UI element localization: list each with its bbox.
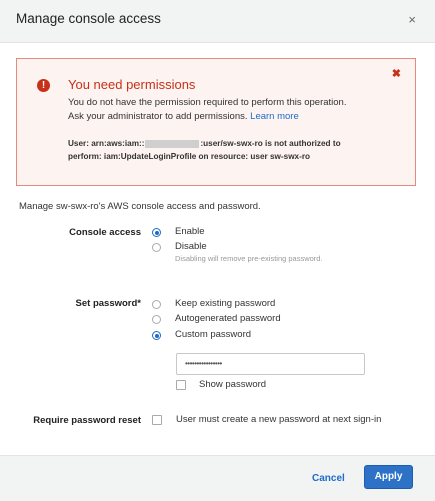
alert-dismiss-icon[interactable]: ✖ xyxy=(392,67,401,80)
radio-keep-existing[interactable] xyxy=(152,300,161,309)
cancel-button[interactable]: Cancel xyxy=(312,473,345,484)
enable-option-label: Enable xyxy=(175,226,205,237)
radio-autogenerated[interactable] xyxy=(152,315,161,324)
redacted-account-id xyxy=(145,139,200,148)
disable-hint: Disabling will remove pre-existing passw… xyxy=(175,254,323,263)
require-reset-checkbox-label: User must create a new password at next … xyxy=(176,414,382,425)
disable-option-label: Disable xyxy=(175,241,207,252)
set-password-label: Set password* xyxy=(75,298,141,309)
autogenerated-label: Autogenerated password xyxy=(175,313,281,324)
alert-message-line2-text: Ask your administrator to add permission… xyxy=(68,111,248,122)
custom-password-input[interactable]: •••••••••••••••• xyxy=(176,353,365,375)
alert-detail: User: arn:aws:iam:::user/sw-swx-ro is no… xyxy=(68,137,398,163)
alert-detail-line1: User: arn:aws:iam:::user/sw-swx-ro is no… xyxy=(68,137,398,150)
custom-password-label: Custom password xyxy=(175,329,252,340)
close-icon[interactable]: × xyxy=(408,12,416,27)
alert-message: You do not have the permission required … xyxy=(68,96,388,124)
require-reset-label: Require password reset xyxy=(33,415,141,426)
require-reset-checkbox[interactable] xyxy=(152,415,162,425)
radio-custom[interactable] xyxy=(152,331,161,340)
learn-more-link[interactable]: Learn more xyxy=(250,111,299,122)
alert-detail-suffix: :user/sw-swx-ro is not authorized to xyxy=(200,139,341,148)
alert-heading: You need permissions xyxy=(68,77,196,92)
show-password-label: Show password xyxy=(199,379,267,390)
keep-existing-label: Keep existing password xyxy=(175,298,276,309)
show-password-checkbox[interactable] xyxy=(176,380,186,390)
radio-disable[interactable] xyxy=(152,243,161,252)
radio-enable[interactable] xyxy=(152,228,161,237)
permission-error-alert: ! ✖ You need permissions You do not have… xyxy=(16,58,416,186)
console-access-label: Console access xyxy=(69,227,141,238)
alert-message-line2: Ask your administrator to add permission… xyxy=(68,110,388,124)
alert-detail-prefix: User: arn:aws:iam:: xyxy=(68,139,145,148)
access-description: Manage sw-swx-ro's AWS console access an… xyxy=(19,201,261,212)
dialog-title: Manage console access xyxy=(16,11,161,26)
alert-detail-line2: perform: iam:UpdateLoginProfile on resou… xyxy=(68,152,311,161)
error-icon: ! xyxy=(37,79,50,92)
alert-message-line1: You do not have the permission required … xyxy=(68,97,347,108)
apply-button[interactable]: Apply xyxy=(364,465,413,489)
dialog-header: Manage console access × xyxy=(0,0,435,43)
